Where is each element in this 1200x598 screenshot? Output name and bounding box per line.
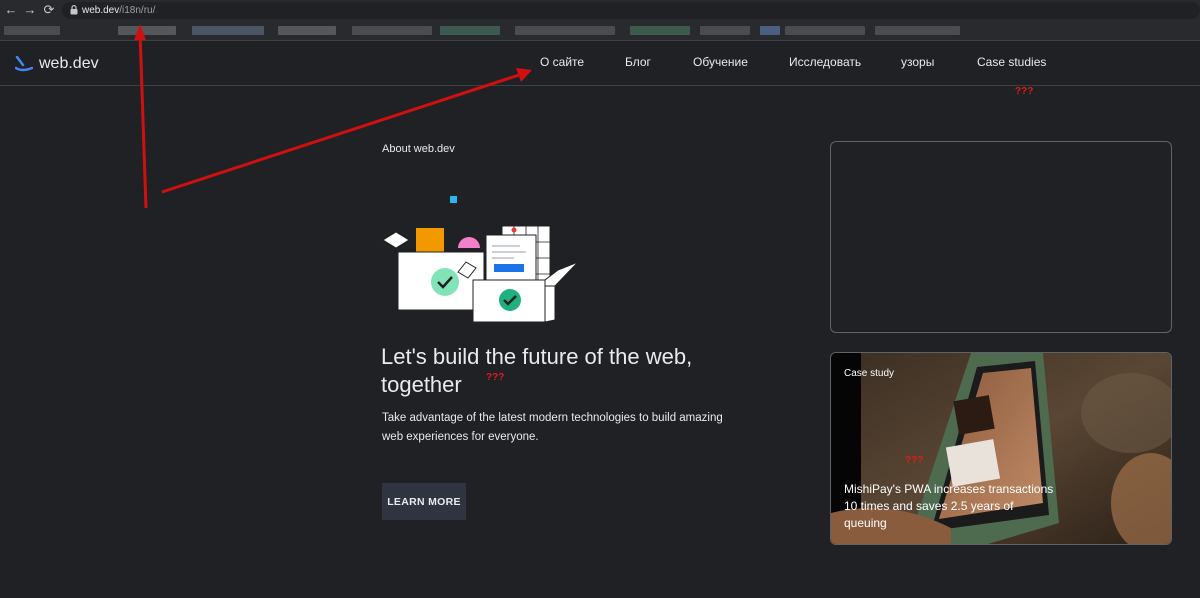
address-bar[interactable]: web.dev/i18n/ru/ xyxy=(62,2,1200,19)
bookmark-item[interactable] xyxy=(4,26,60,35)
lock-icon xyxy=(70,5,78,15)
web-dev-logo-icon xyxy=(15,56,33,72)
forward-arrow-icon[interactable]: → xyxy=(23,3,37,17)
bookmark-item[interactable] xyxy=(785,26,865,35)
url-path: /i18n/ru/ xyxy=(119,5,156,16)
bookmark-item[interactable] xyxy=(700,26,750,35)
nav-link-patterns[interactable]: узоры xyxy=(901,55,934,69)
empty-card[interactable] xyxy=(830,141,1172,333)
nav-link-blog[interactable]: Блог xyxy=(625,55,651,69)
bookmark-item[interactable] xyxy=(440,26,500,35)
learn-more-button[interactable]: LEARN MORE xyxy=(382,483,466,520)
boxes-illustration xyxy=(382,196,579,323)
case-study-card[interactable]: Case study MishiPay's PWA increases tran… xyxy=(830,352,1172,545)
case-study-title: MishiPay's PWA increases transactions 10… xyxy=(844,482,1054,530)
about-eyebrow: About web.dev xyxy=(382,143,455,155)
question-mark-annotation: ??? xyxy=(1015,86,1034,97)
annotation-arrow-right xyxy=(161,72,523,194)
bookmark-item[interactable] xyxy=(118,26,176,35)
bookmark-item[interactable] xyxy=(875,26,960,35)
back-arrow-icon[interactable]: ← xyxy=(4,3,18,17)
question-mark-annotation: ??? xyxy=(486,372,505,383)
logo-text: web.dev xyxy=(39,55,99,72)
bookmarks-bar xyxy=(0,23,1200,40)
url-text: web.dev/i18n/ru/ xyxy=(82,4,155,17)
nav-link-about[interactable]: О сайте xyxy=(540,55,584,69)
question-mark-annotation: ??? xyxy=(905,455,924,466)
site-header: web.dev О сайте Блог Обучение Исследоват… xyxy=(0,40,1200,86)
bookmark-item[interactable] xyxy=(630,26,690,35)
browser-chrome: ← → ⟳ web.dev/i18n/ru/ xyxy=(0,0,1200,40)
nav-link-case-studies[interactable]: Case studies xyxy=(977,55,1046,69)
bookmark-item[interactable] xyxy=(192,26,264,35)
site-logo[interactable]: web.dev xyxy=(15,53,99,75)
bookmark-item[interactable] xyxy=(515,26,615,35)
reload-icon[interactable]: ⟳ xyxy=(42,3,56,17)
bookmark-item[interactable] xyxy=(760,26,780,35)
case-study-label: Case study xyxy=(844,368,895,379)
hero-description: Take advantage of the latest modern tech… xyxy=(382,412,723,443)
nav-link-learn[interactable]: Обучение xyxy=(693,55,748,69)
url-host: web.dev xyxy=(82,5,120,16)
hero-title: Let's build the future of the web, toget… xyxy=(381,344,693,397)
bookmark-item[interactable] xyxy=(278,26,336,35)
bookmark-item[interactable] xyxy=(352,26,432,35)
nav-link-explore[interactable]: Исследовать xyxy=(789,55,861,69)
